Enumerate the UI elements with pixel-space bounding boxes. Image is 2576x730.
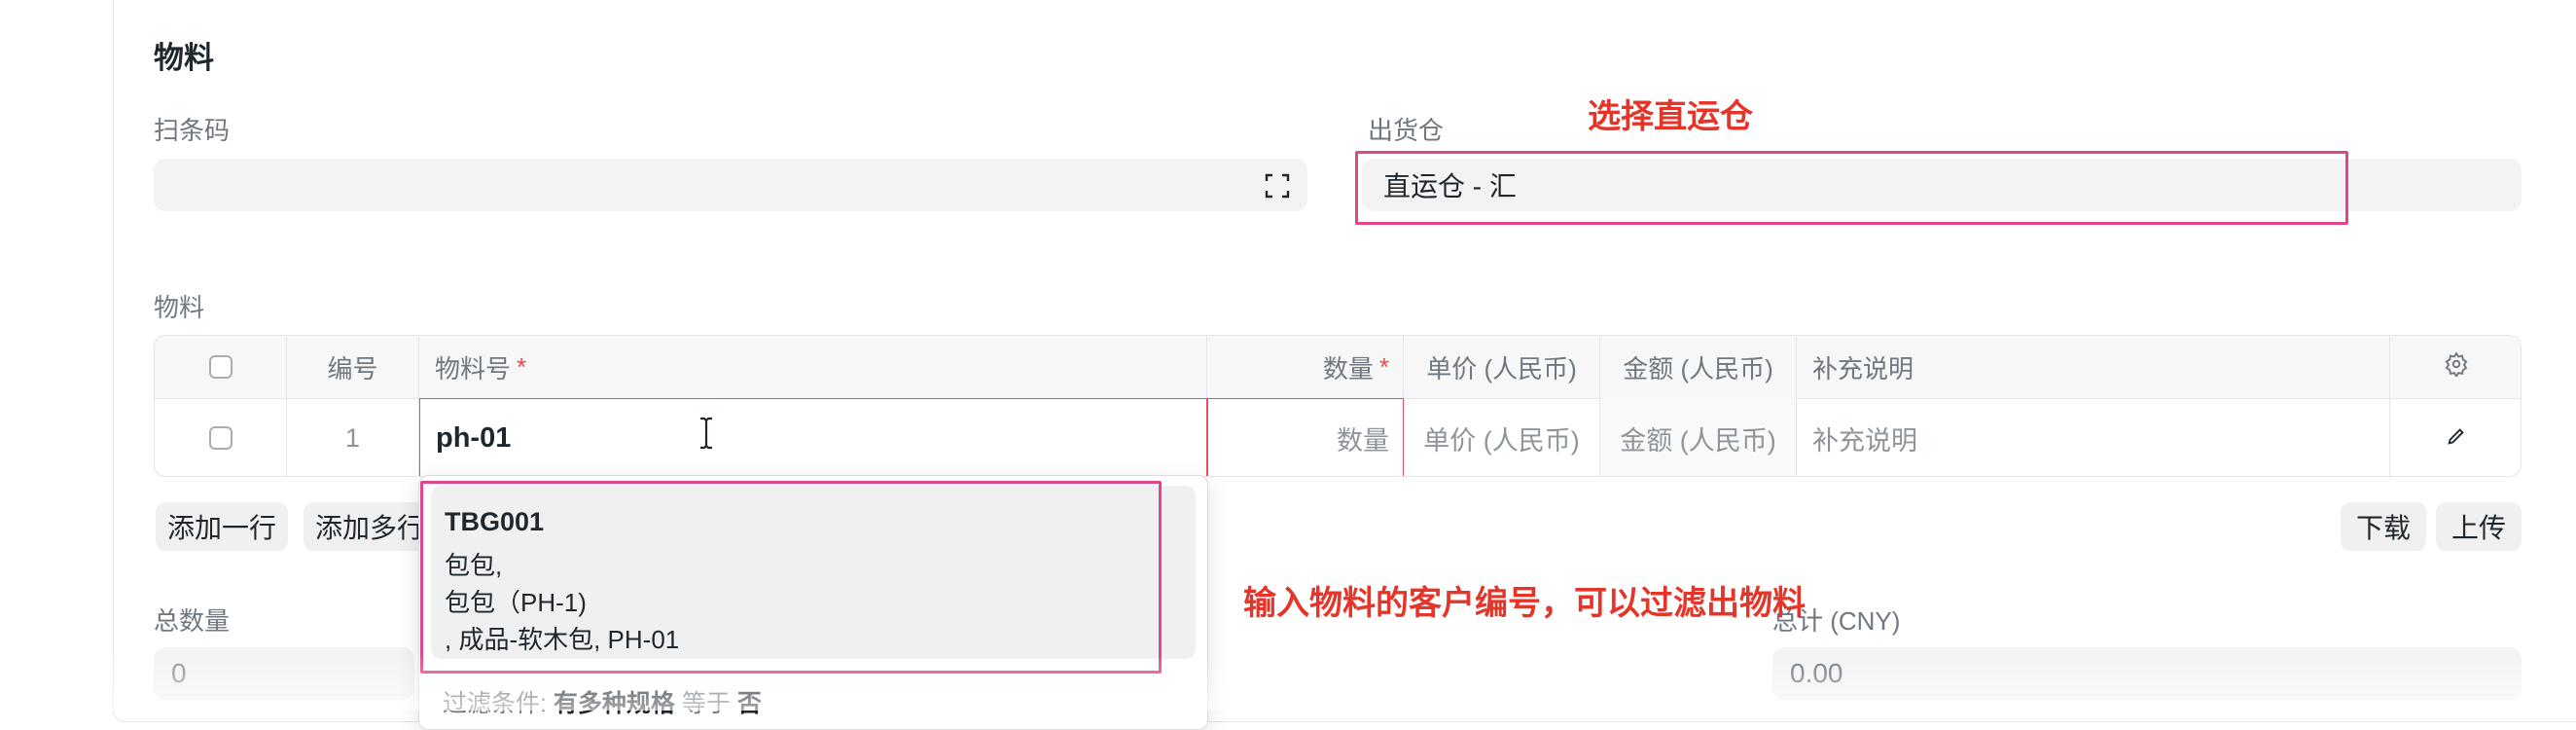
items-table-label: 物料	[154, 293, 205, 322]
section-title: 物料	[154, 41, 214, 75]
col-amount: 金额 (人民币)	[1600, 336, 1797, 398]
items-grid: 编号 物料号 * 数量 * 单价 (人民币) 金额 (人民币) 补充说明 1 ph-…	[154, 335, 2522, 477]
col-qty-label: 数量	[1322, 353, 1374, 383]
gear-icon[interactable]	[2444, 350, 2469, 383]
grid-settings-cell	[2390, 336, 2521, 398]
filter-prefix: 过滤条件:	[443, 690, 547, 717]
item-code-value: ph-01	[436, 421, 512, 454]
col-no: 编号	[287, 336, 419, 398]
table-row: 1 ph-01 数量 单价 (人民币) 金额 (人民币) 补充说明	[155, 398, 2521, 476]
required-mark: *	[1378, 351, 1389, 382]
filter-description: 过滤条件: 有多种规格 等于 否	[443, 684, 762, 719]
amount-field: 金额 (人民币)	[1600, 398, 1797, 476]
add-multiple-button[interactable]: 添加多行	[304, 502, 436, 551]
filter-op: 等于	[681, 690, 731, 717]
item-code-input[interactable]: ph-01	[419, 398, 1207, 476]
row-edit-cell	[2390, 398, 2521, 476]
total-qty-value: 0	[171, 658, 187, 688]
filter-value: 否	[736, 690, 762, 717]
warehouse-highlight	[1355, 151, 2348, 225]
rate-input[interactable]: 单价 (人民币)	[1404, 398, 1600, 476]
col-item-code-label: 物料号	[435, 353, 512, 383]
row-select-cell	[155, 398, 287, 476]
row-checkbox[interactable]	[208, 426, 233, 450]
scan-icon[interactable]	[1263, 171, 1292, 201]
total-qty-label: 总数量	[154, 606, 231, 636]
filter-field: 有多种规格	[553, 690, 675, 717]
col-qty: 数量 *	[1207, 336, 1404, 398]
upload-button[interactable]: 上传	[2436, 502, 2522, 551]
suggestion-highlight	[420, 481, 1162, 674]
col-remarks: 补充说明	[1797, 336, 2390, 398]
select-all-cell	[155, 336, 287, 398]
barcode-input[interactable]	[154, 159, 1307, 211]
row-no: 1	[287, 398, 419, 476]
item-annotation: 输入物料的客户编号，可以过滤出物料	[1243, 585, 1806, 622]
warehouse-label: 出货仓	[1368, 116, 1445, 145]
col-rate: 单价 (人民币)	[1404, 336, 1600, 398]
col-item-code: 物料号 *	[419, 336, 1207, 398]
remarks-input[interactable]: 补充说明	[1797, 398, 2390, 476]
total-qty-field: 0	[154, 647, 414, 700]
download-button[interactable]: 下载	[2341, 502, 2426, 551]
required-mark: *	[517, 351, 527, 382]
barcode-label: 扫条码	[154, 116, 231, 145]
edit-icon[interactable]	[2446, 423, 2467, 454]
qty-input[interactable]: 数量	[1207, 398, 1404, 476]
total-amount-field: 0.00	[1772, 647, 2522, 700]
warehouse-annotation: 选择直运仓	[1588, 98, 1753, 135]
select-all-checkbox[interactable]	[208, 355, 233, 379]
add-row-button[interactable]: 添加一行	[156, 502, 288, 551]
text-cursor-icon	[697, 417, 716, 455]
total-amount-value: 0.00	[1790, 658, 1843, 688]
grid-header: 编号 物料号 * 数量 * 单价 (人民币) 金额 (人民币) 补充说明	[155, 336, 2521, 399]
